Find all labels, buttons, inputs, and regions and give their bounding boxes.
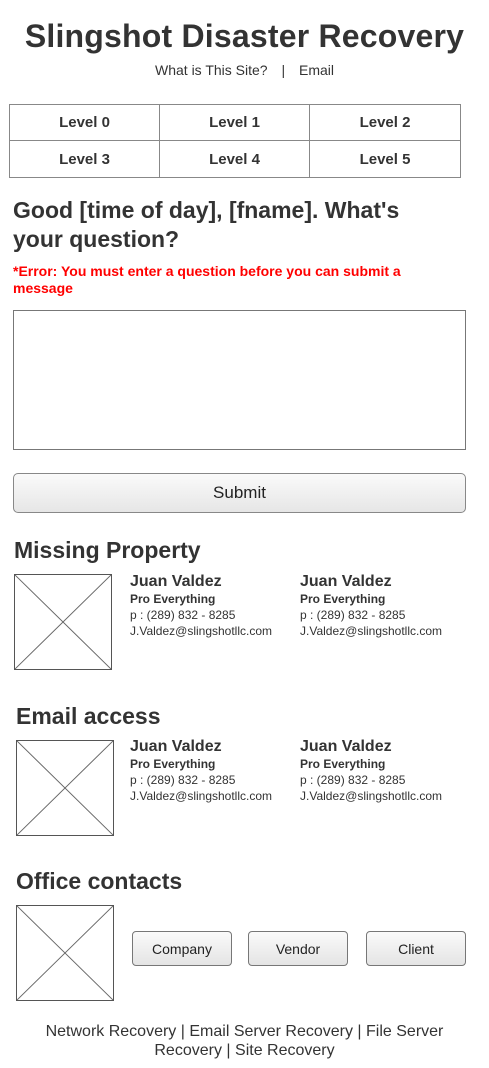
footer-separator: | bbox=[357, 1023, 362, 1040]
contact-email-link[interactable]: J.Valdez@slingshotllc.com bbox=[300, 623, 470, 639]
contact-card: Juan Valdez Pro Everything p : (289) 832… bbox=[300, 573, 470, 639]
contact-phone: p : (289) 832 - 8285 bbox=[130, 773, 236, 787]
level-2-button[interactable]: Level 2 bbox=[310, 105, 460, 141]
nav-separator: | bbox=[281, 62, 286, 78]
nav-what-is-this-site-link[interactable]: What is This Site? bbox=[155, 62, 268, 78]
level-1-button[interactable]: Level 1 bbox=[160, 105, 310, 141]
client-button[interactable]: Client bbox=[366, 931, 466, 966]
site-title: Slingshot Disaster Recovery bbox=[24, 18, 465, 54]
contact-name: Juan Valdez bbox=[130, 738, 222, 755]
contact-email-link[interactable]: J.Valdez@slingshotllc.com bbox=[130, 623, 300, 639]
contact-role: Pro Everything bbox=[300, 757, 386, 771]
submit-button[interactable]: Submit bbox=[13, 473, 466, 513]
footer-links: Network Recovery | Email Server Recovery… bbox=[20, 1022, 469, 1060]
missing-property-heading: Missing Property bbox=[14, 537, 201, 563]
contact-phone: p : (289) 832 - 8285 bbox=[300, 608, 406, 622]
contact-phone: p : (289) 832 - 8285 bbox=[130, 608, 236, 622]
contact-name: Juan Valdez bbox=[300, 573, 392, 590]
nav-email-link[interactable]: Email bbox=[299, 62, 334, 78]
contact-card: Juan Valdez Pro Everything p : (289) 832… bbox=[130, 738, 300, 804]
vendor-button[interactable]: Vendor bbox=[248, 931, 348, 966]
contact-card: Juan Valdez Pro Everything p : (289) 832… bbox=[130, 573, 300, 639]
contact-card: Juan Valdez Pro Everything p : (289) 832… bbox=[300, 738, 470, 804]
contact-name: Juan Valdez bbox=[130, 573, 222, 590]
footer-separator: | bbox=[180, 1023, 185, 1040]
contact-email-link[interactable]: J.Valdez@slingshotllc.com bbox=[300, 788, 470, 804]
company-button[interactable]: Company bbox=[132, 931, 232, 966]
question-textarea[interactable] bbox=[13, 310, 466, 450]
contact-phone: p : (289) 832 - 8285 bbox=[300, 773, 406, 787]
contact-email-link[interactable]: J.Valdez@slingshotllc.com bbox=[130, 788, 300, 804]
contact-role: Pro Everything bbox=[300, 592, 386, 606]
image-placeholder-icon bbox=[16, 740, 114, 836]
level-5-button[interactable]: Level 5 bbox=[310, 141, 460, 177]
footer-network-recovery-link[interactable]: Network Recovery bbox=[46, 1023, 177, 1040]
contact-role: Pro Everything bbox=[130, 757, 216, 771]
error-message: *Error: You must enter a question before… bbox=[13, 263, 401, 296]
greeting-heading: Good [time of day], [fname]. What's your… bbox=[13, 197, 400, 252]
level-grid: Level 0 Level 1 Level 2 Level 3 Level 4 … bbox=[9, 104, 461, 178]
level-4-button[interactable]: Level 4 bbox=[160, 141, 310, 177]
footer-email-server-recovery-link[interactable]: Email Server Recovery bbox=[189, 1023, 353, 1040]
contact-role: Pro Everything bbox=[130, 592, 216, 606]
email-access-heading: Email access bbox=[16, 703, 161, 729]
level-3-button[interactable]: Level 3 bbox=[10, 141, 160, 177]
footer-site-recovery-link[interactable]: Site Recovery bbox=[235, 1042, 335, 1059]
image-placeholder-icon bbox=[16, 905, 114, 1001]
office-contacts-heading: Office contacts bbox=[16, 868, 183, 894]
contact-name: Juan Valdez bbox=[300, 738, 392, 755]
level-0-button[interactable]: Level 0 bbox=[10, 105, 160, 141]
top-nav: What is This Site? | Email bbox=[0, 62, 489, 78]
image-placeholder-icon bbox=[14, 574, 112, 670]
footer-separator: | bbox=[226, 1042, 231, 1059]
